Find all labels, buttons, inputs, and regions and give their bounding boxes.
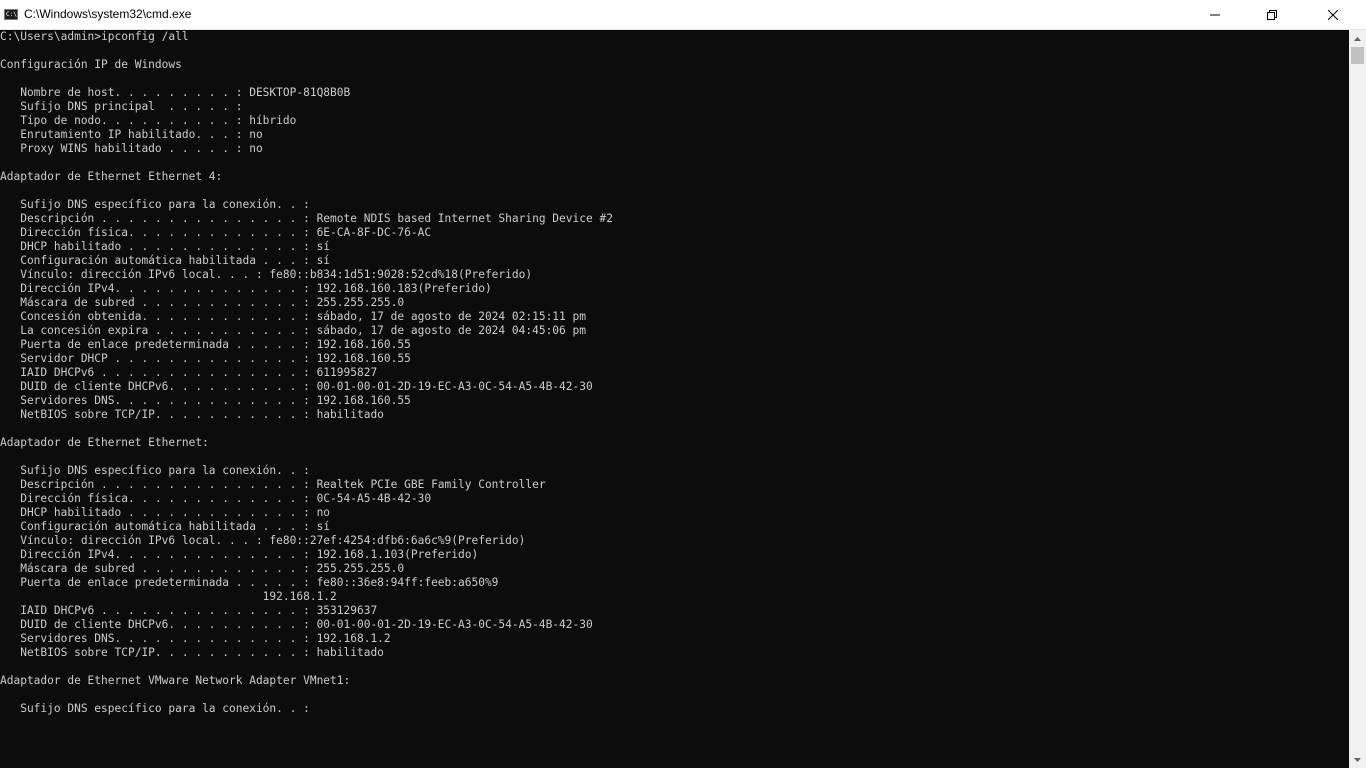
restore-icon [1267,9,1277,20]
console-line: Concesión obtenida. . . . . . . . . . . … [0,310,586,323]
console-line: Configuración automática habilitada . . … [0,254,331,267]
console-line: Proxy WINS habilitado . . . . . : no [0,142,263,155]
console-line: Servidores DNS. . . . . . . . . . . . . … [0,632,391,645]
scroll-down-button[interactable] [1349,751,1366,768]
console-line: Adaptador de Ethernet VMware Network Ada… [0,674,351,687]
console-line: Vínculo: dirección IPv6 local. . . : fe8… [0,268,533,281]
scroll-thumb[interactable] [1351,47,1364,64]
console-line: Dirección física. . . . . . . . . . . . … [0,226,432,239]
console-line: 192.168.1.2 [0,590,337,603]
console-line: DHCP habilitado . . . . . . . . . . . . … [0,240,331,253]
console-line: Nombre de host. . . . . . . . . : DESKTO… [0,86,351,99]
console-line: Puerta de enlace predeterminada . . . . … [0,576,499,589]
console-line: Sufijo DNS específico para la conexión. … [0,702,310,715]
cmd-app-icon[interactable]: C:\ [4,9,18,20]
console-line: Descripción . . . . . . . . . . . . . . … [0,478,546,491]
minimize-button[interactable] [1192,0,1238,29]
console-line: La concesión expira . . . . . . . . . . … [0,324,586,337]
console-line: DHCP habilitado . . . . . . . . . . . . … [0,506,331,519]
console-lines: C:\Users\admin>ipconfig /all Configuració… [0,30,613,716]
close-button[interactable] [1310,0,1356,29]
maximize-button[interactable] [1249,0,1295,29]
scroll-up-button[interactable] [1349,30,1366,47]
console-line: Dirección física. . . . . . . . . . . . … [0,492,432,505]
minimize-icon [1210,14,1220,15]
window-title: C:\Windows\system32\cmd.exe [24,7,192,21]
console-line: Puerta de enlace predeterminada . . . . … [0,338,411,351]
console-line: IAID DHCPv6 . . . . . . . . . . . . . . … [0,366,378,379]
console-line: Servidores DNS. . . . . . . . . . . . . … [0,394,411,407]
cmd-window: C:\ C:\Windows\system32\cmd.exe C:\Users… [0,0,1366,768]
console-output[interactable]: C:\Users\admin>ipconfig /all Configuració… [0,30,1349,768]
console-line: Dirección IPv4. . . . . . . . . . . . . … [0,282,492,295]
console-line: C:\Users\admin>ipconfig /all [0,30,189,43]
console-line: Servidor DHCP . . . . . . . . . . . . . … [0,352,411,365]
console-line: DUID de cliente DHCPv6. . . . . . . . . … [0,380,593,393]
vertical-scrollbar[interactable] [1349,30,1366,768]
scroll-down-arrow-icon [1354,757,1361,762]
console-line: Enrutamiento IP habilitado. . . : no [0,128,263,141]
console-line: Máscara de subred . . . . . . . . . . . … [0,296,405,309]
console-line: Descripción . . . . . . . . . . . . . . … [0,212,613,225]
title-bar[interactable]: C:\ C:\Windows\system32\cmd.exe [0,0,1366,30]
console-line: Máscara de subred . . . . . . . . . . . … [0,562,405,575]
console-line: Adaptador de Ethernet Ethernet 4: [0,170,223,183]
console-line: Configuración automática habilitada . . … [0,520,331,533]
close-icon [1328,9,1338,20]
console-line: Dirección IPv4. . . . . . . . . . . . . … [0,548,479,561]
console-line: NetBIOS sobre TCP/IP. . . . . . . . . . … [0,646,384,659]
console-line: Sufijo DNS principal . . . . . : [0,100,243,113]
console-line: Adaptador de Ethernet Ethernet: [0,436,209,449]
console-line: IAID DHCPv6 . . . . . . . . . . . . . . … [0,604,378,617]
console-line: Vínculo: dirección IPv6 local. . . : fe8… [0,534,526,547]
console-line: NetBIOS sobre TCP/IP. . . . . . . . . . … [0,408,384,421]
console-line: DUID de cliente DHCPv6. . . . . . . . . … [0,618,593,631]
console-line: Sufijo DNS específico para la conexión. … [0,464,310,477]
scroll-up-arrow-icon [1354,36,1361,41]
console-line: Tipo de nodo. . . . . . . . . . : híbrid… [0,114,297,127]
console-line: Sufijo DNS específico para la conexión. … [0,198,310,211]
console-line: Configuración IP de Windows [0,58,182,71]
